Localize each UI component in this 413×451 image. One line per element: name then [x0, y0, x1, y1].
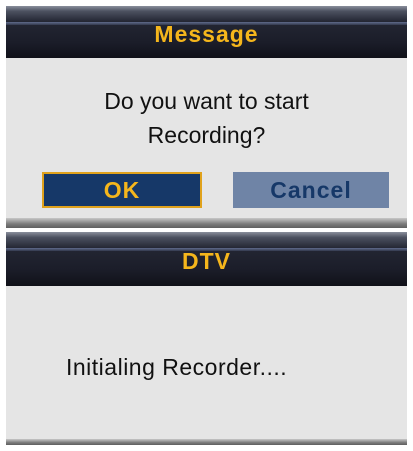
dialog-titlebar: Message: [6, 6, 407, 58]
dialog-title: DTV: [182, 248, 231, 274]
dialog-titlebar: DTV: [6, 232, 407, 286]
dtv-status-dialog: DTV Initialing Recorder....: [6, 232, 407, 445]
dialog-message: Do you want to start Recording?: [6, 84, 407, 152]
dialog-bottom-band: [6, 218, 407, 228]
message-line-1: Do you want to start: [104, 88, 309, 114]
dialog-title: Message: [154, 21, 259, 47]
dialog-bottom-band: [6, 439, 407, 445]
message-line-2: Recording?: [147, 122, 266, 148]
recorder-status-text: Initialing Recorder....: [66, 354, 288, 380]
ok-button[interactable]: OK: [42, 172, 202, 208]
cancel-button[interactable]: Cancel: [233, 172, 389, 208]
record-confirm-dialog: Message Do you want to start Recording? …: [6, 6, 407, 228]
